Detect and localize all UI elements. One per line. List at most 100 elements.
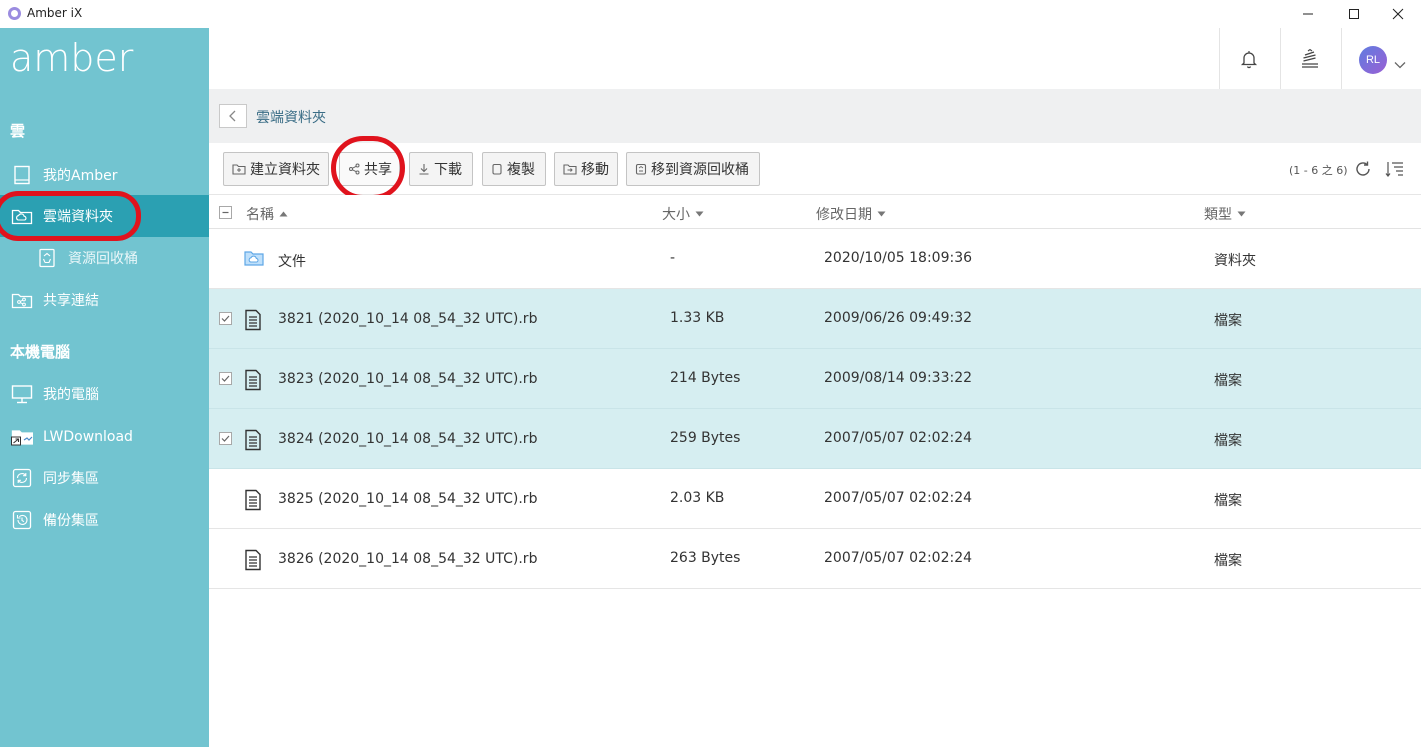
file-name[interactable]: 3823 (2020_10_14 08_54_32 UTC).rb xyxy=(278,371,537,387)
trash-icon xyxy=(635,163,647,175)
sidebar-item-label: 資源回收桶 xyxy=(68,251,138,267)
download-button[interactable]: 下載 xyxy=(409,152,473,186)
share-folder-icon xyxy=(11,290,33,310)
sidebar-item-recycle-bin[interactable]: 資源回收桶 xyxy=(0,237,209,279)
sort-options-button[interactable] xyxy=(1383,157,1407,181)
file-name[interactable]: 3821 (2020_10_14 08_54_32 UTC).rb xyxy=(278,311,537,327)
file-modified: 2007/05/07 02:02:24 xyxy=(824,430,973,446)
table-header: 名稱 大小 修改日期 類型 xyxy=(209,195,1421,229)
highlight-ring xyxy=(331,136,405,200)
sort-list-icon xyxy=(1385,162,1403,177)
new-folder-button[interactable]: 建立資料夾 xyxy=(223,152,329,186)
column-header-size-label: 大小 xyxy=(662,207,690,223)
notifications-button[interactable] xyxy=(1219,28,1279,89)
file-name[interactable]: 3824 (2020_10_14 08_54_32 UTC).rb xyxy=(278,431,537,447)
sidebar-item-my-amber[interactable]: 我的Amber xyxy=(0,154,209,196)
backup-icon xyxy=(11,510,33,530)
table-row[interactable]: 3825 (2020_10_14 08_54_32 UTC).rb 2.03 KB… xyxy=(209,469,1421,529)
column-header-modified[interactable]: 修改日期 xyxy=(816,204,886,224)
bell-icon xyxy=(1240,50,1258,68)
file-type: 檔案 xyxy=(1214,313,1242,329)
minimize-button[interactable] xyxy=(1285,0,1331,28)
file-icon xyxy=(244,429,264,451)
column-header-type-label: 類型 xyxy=(1204,207,1232,223)
move-to-trash-label: 移到資源回收桶 xyxy=(651,162,749,178)
file-name[interactable]: 3826 (2020_10_14 08_54_32 UTC).rb xyxy=(278,551,537,567)
column-header-type[interactable]: 類型 xyxy=(1204,204,1246,224)
new-folder-label: 建立資料夾 xyxy=(250,162,320,178)
file-size: 214 Bytes xyxy=(670,370,741,386)
close-button[interactable] xyxy=(1375,0,1421,28)
column-header-name-label: 名稱 xyxy=(246,207,274,223)
sync-icon xyxy=(11,468,33,488)
file-modified: 2009/06/26 09:49:32 xyxy=(824,310,973,326)
highlight-ring xyxy=(0,191,141,241)
copy-button[interactable]: 複製 xyxy=(482,152,546,186)
file-type: 檔案 xyxy=(1214,493,1242,509)
divider xyxy=(1341,28,1342,89)
row-checkbox[interactable] xyxy=(219,312,232,325)
file-icon xyxy=(244,489,264,511)
download-icon xyxy=(419,164,429,175)
download-label: 下載 xyxy=(434,162,462,178)
copy-label: 複製 xyxy=(507,162,535,178)
move-button[interactable]: 移動 xyxy=(554,152,618,186)
sidebar-item-lwdownload[interactable]: LWDownload xyxy=(0,416,209,458)
sidebar-item-backup-area[interactable]: 備份集區 xyxy=(0,499,209,541)
row-checkbox[interactable] xyxy=(219,372,232,385)
move-folder-icon xyxy=(563,164,577,175)
close-icon xyxy=(1392,8,1404,20)
sidebar-item-share-links[interactable]: 共享連結 xyxy=(0,279,209,321)
refresh-button[interactable] xyxy=(1351,157,1375,181)
sidebar: amber 雲 我的Amber 雲端資料夾 資源回收桶 共享連結 本機電腦 我的… xyxy=(0,28,209,747)
sort-asc-icon xyxy=(279,211,288,217)
sidebar-item-my-computer[interactable]: 我的電腦 xyxy=(0,373,209,415)
toolbar: 建立資料夾 共享 下載 複製 移動 移到資源回收桶 (1 - 6 之 6) xyxy=(209,136,1421,200)
back-button[interactable] xyxy=(219,104,247,128)
maximize-button[interactable] xyxy=(1331,0,1377,28)
amber-app-icon xyxy=(8,7,21,20)
move-label: 移動 xyxy=(581,162,609,178)
sidebar-item-label: 我的Amber xyxy=(43,168,118,184)
table-row[interactable]: 3826 (2020_10_14 08_54_32 UTC).rb 263 Byt… xyxy=(209,529,1421,589)
move-to-trash-button[interactable]: 移到資源回收桶 xyxy=(626,152,760,186)
stack-icon xyxy=(1302,48,1318,68)
column-header-modified-label: 修改日期 xyxy=(816,207,872,223)
chevron-left-icon xyxy=(229,110,236,122)
file-type: 檔案 xyxy=(1214,373,1242,389)
file-size: - xyxy=(670,250,676,266)
sidebar-item-label: 我的電腦 xyxy=(43,387,99,403)
row-checkbox[interactable] xyxy=(219,432,232,445)
refresh-icon xyxy=(1356,161,1370,176)
cloud-folder-icon xyxy=(244,249,264,271)
amber-logo: amber xyxy=(10,36,134,80)
file-icon xyxy=(244,309,264,331)
user-avatar[interactable]: RL xyxy=(1359,46,1387,74)
sidebar-item-label: 同步集區 xyxy=(43,471,99,487)
chevron-down-icon[interactable] xyxy=(1394,54,1406,73)
document-icon xyxy=(11,165,33,185)
file-size: 2.03 KB xyxy=(670,490,725,506)
sidebar-item-label: 共享連結 xyxy=(43,293,99,309)
table-row[interactable]: 3821 (2020_10_14 08_54_32 UTC).rb 1.33 KB… xyxy=(209,289,1421,349)
section-title-cloud: 雲 xyxy=(10,122,26,140)
select-all-checkbox[interactable] xyxy=(219,206,232,219)
file-name[interactable]: 文件 xyxy=(278,251,306,271)
copy-icon xyxy=(492,163,502,175)
file-modified: 2020/10/05 18:09:36 xyxy=(824,250,973,266)
tasks-button[interactable] xyxy=(1280,28,1340,89)
column-header-name[interactable]: 名稱 xyxy=(246,204,288,224)
sidebar-item-label: 備份集區 xyxy=(43,513,99,529)
table-row[interactable]: 3823 (2020_10_14 08_54_32 UTC).rb 214 Byt… xyxy=(209,349,1421,409)
table-row[interactable]: 3824 (2020_10_14 08_54_32 UTC).rb 259 Byt… xyxy=(209,409,1421,469)
file-type: 檔案 xyxy=(1214,553,1242,569)
file-name[interactable]: 3825 (2020_10_14 08_54_32 UTC).rb xyxy=(278,491,537,507)
shortcut-folder-icon xyxy=(11,427,33,447)
column-header-size[interactable]: 大小 xyxy=(662,204,704,224)
table-row[interactable]: 文件 - 2020/10/05 18:09:36 資料夾 xyxy=(209,229,1421,289)
file-icon xyxy=(244,549,264,571)
section-title-local: 本機電腦 xyxy=(10,343,71,361)
breadcrumb-current[interactable]: 雲端資料夾 xyxy=(256,107,326,127)
recycle-icon xyxy=(36,248,58,268)
sidebar-item-sync-area[interactable]: 同步集區 xyxy=(0,457,209,499)
